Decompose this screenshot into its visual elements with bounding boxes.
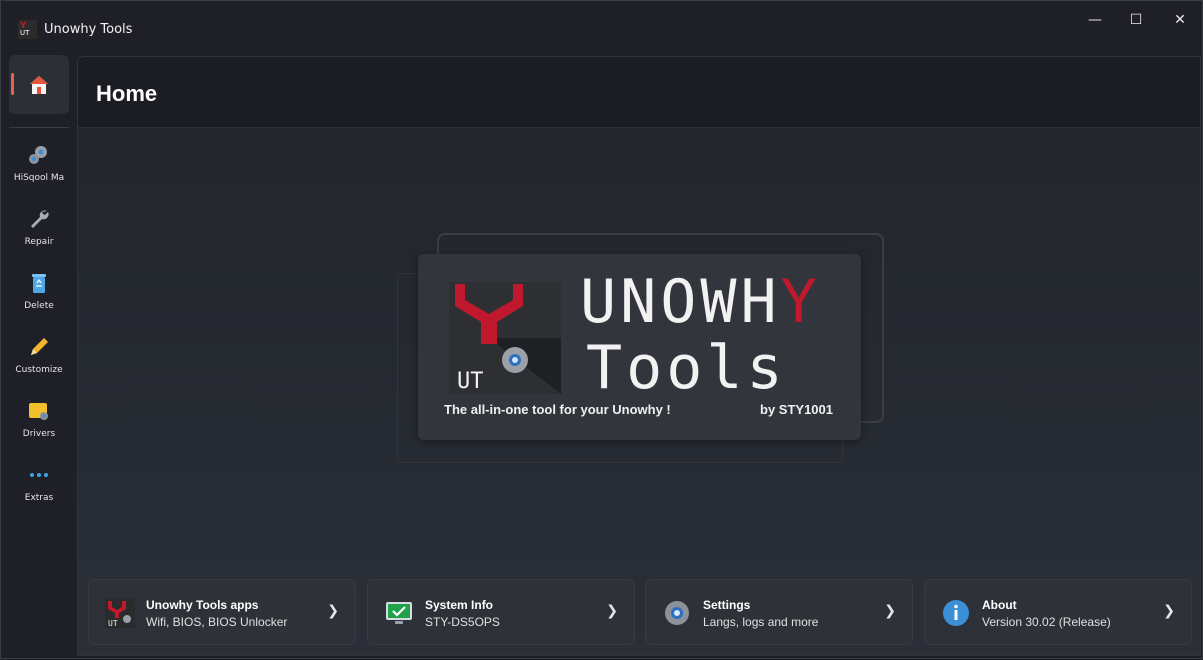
chevron-right-icon: ❯	[606, 603, 618, 619]
home-icon	[30, 75, 48, 94]
nav-item-hisqool[interactable]: HiSqool Ma	[5, 143, 73, 201]
nav-label: HiSqool Ma	[13, 173, 65, 183]
app-window: Y UT Unowhy Tools — ☐ ✕ HiSqool Ma Repai…	[0, 0, 1203, 659]
info-icon	[943, 600, 969, 626]
unowhy-tools-logo: UT	[449, 282, 561, 394]
svg-text:UT: UT	[108, 619, 118, 628]
card-system-info[interactable]: System Info STY-DS5OPS ❯	[367, 579, 635, 645]
card-subtitle: Langs, logs and more	[703, 615, 819, 629]
nav-label: Repair	[24, 237, 54, 247]
driver-icon	[29, 403, 48, 420]
recycle-bin-icon	[32, 274, 46, 293]
minimize-icon: —	[1088, 12, 1102, 28]
card-title: Settings	[703, 598, 751, 612]
gear-icon	[665, 601, 689, 625]
tagline: The all-in-one tool for your Unowhy !	[444, 402, 671, 417]
nav-item-repair[interactable]: Repair	[5, 207, 73, 265]
monitor-check-icon	[386, 602, 412, 624]
brand-y: Y	[780, 267, 821, 337]
page-header: Home	[78, 57, 1200, 128]
nav-label: Customize	[15, 365, 63, 375]
unowhy-logo-icon: UT	[105, 598, 135, 628]
card-about[interactable]: About Version 30.02 (Release) ❯	[924, 579, 1192, 645]
maximize-icon: ☐	[1129, 12, 1143, 28]
nav-item-extras[interactable]: Extras	[5, 463, 73, 521]
nav-item-home[interactable]	[9, 55, 69, 114]
card-settings[interactable]: Settings Langs, logs and more ❯	[645, 579, 913, 645]
window-title: Unowhy Tools	[44, 22, 133, 37]
card-subtitle: Wifi, BIOS, BIOS Unlocker	[146, 615, 288, 629]
logo-ut-text: UT	[457, 369, 484, 394]
maximize-button[interactable]: ☐	[1114, 9, 1158, 31]
card-title: Unowhy Tools apps	[146, 598, 259, 612]
card-subtitle: STY-DS5OPS	[425, 615, 500, 629]
nav-item-drivers[interactable]: Drivers	[5, 399, 73, 457]
nav-label: Drivers	[22, 429, 56, 439]
pencil-icon	[31, 338, 48, 355]
close-button[interactable]: ✕	[1158, 9, 1202, 31]
nav-label: Delete	[24, 301, 54, 311]
nav-divider	[9, 127, 69, 128]
page-title: Home	[96, 81, 158, 106]
wrench-icon	[31, 210, 49, 228]
nav-rail: HiSqool Ma Repair Delete Customize Drive…	[1, 55, 77, 660]
nav-label: Extras	[24, 493, 54, 503]
brand-unowh: UNOWH	[580, 267, 781, 337]
card-title: System Info	[425, 598, 494, 612]
chevron-right-icon: ❯	[884, 603, 896, 619]
selection-indicator	[11, 73, 14, 95]
card-unowhy-tools-apps[interactable]: UT Unowhy Tools apps Wifi, BIOS, BIOS Un…	[88, 579, 356, 645]
card-title: About	[982, 598, 1017, 612]
nav-item-customize[interactable]: Customize	[5, 335, 73, 393]
card-subtitle: Version 30.02 (Release)	[982, 615, 1111, 629]
byline: by STY1001	[760, 402, 833, 417]
app-logo-icon: Y UT	[18, 20, 37, 39]
chevron-right-icon: ❯	[327, 603, 339, 619]
nav-item-delete[interactable]: Delete	[5, 271, 73, 329]
minimize-button[interactable]: —	[1073, 9, 1117, 31]
more-dots-icon	[30, 473, 48, 477]
gears-icon	[29, 146, 47, 164]
content-panel: Home UT UNOWHY Tools The all-in-one tool…	[77, 56, 1201, 656]
chevron-right-icon: ❯	[1163, 603, 1175, 619]
title-bar: Y UT Unowhy Tools — ☐ ✕	[1, 1, 1202, 55]
brand-line-2: Tools	[586, 333, 787, 403]
brand-line-1: UNOWHY	[580, 272, 821, 332]
close-icon: ✕	[1174, 12, 1186, 28]
hero-logo-card: UT UNOWHY Tools The all-in-one tool for …	[418, 254, 861, 440]
